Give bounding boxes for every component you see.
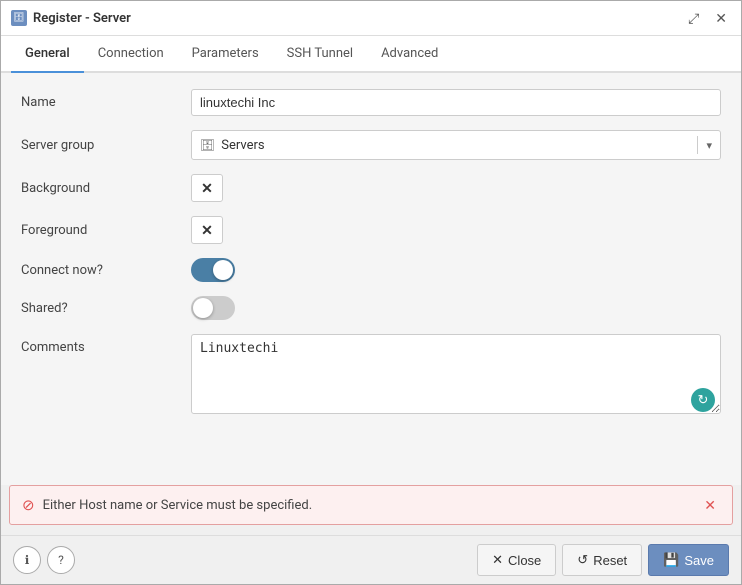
error-bar: ⊘ Either Host name or Service must be sp… <box>9 485 733 525</box>
title-bar: 🗄 Register - Server ⤢ ✕ <box>1 1 741 36</box>
comments-control: Linuxtechi ↻ <box>191 334 721 418</box>
connect-now-control <box>191 258 721 282</box>
error-close-button[interactable]: ✕ <box>700 497 720 514</box>
error-icon: ⊘ <box>22 496 35 514</box>
comments-row: Comments Linuxtechi ↻ <box>21 334 721 418</box>
tab-ssh-tunnel[interactable]: SSH Tunnel <box>273 36 367 73</box>
select-divider <box>697 136 698 154</box>
form-content: Name Server group 🗄 Servers ▾ Background… <box>1 73 741 485</box>
foreground-control: ✕ <box>191 216 721 244</box>
info-button[interactable]: ℹ <box>13 546 41 574</box>
tab-general[interactable]: General <box>11 36 84 73</box>
dialog-title: Register - Server <box>33 11 131 26</box>
server-group-control: 🗄 Servers ▾ <box>191 130 721 160</box>
footer-left: ℹ ? <box>13 546 75 574</box>
help-button[interactable]: ? <box>47 546 75 574</box>
reset-label: Reset <box>593 553 627 568</box>
reset-icon: ↺ <box>577 552 588 568</box>
title-bar-controls: ⤢ ✕ <box>684 9 731 27</box>
shared-control <box>191 296 721 320</box>
server-group-label: Server group <box>21 138 191 153</box>
close-label: Close <box>508 553 541 568</box>
connect-now-label: Connect now? <box>21 263 191 278</box>
name-control <box>191 89 721 116</box>
background-row: Background ✕ <box>21 174 721 202</box>
dialog-close-button[interactable]: ✕ <box>711 9 731 27</box>
server-icon: 🗄 <box>11 10 27 26</box>
server-group-select[interactable]: 🗄 Servers ▾ <box>191 130 721 160</box>
tab-advanced[interactable]: Advanced <box>367 36 452 73</box>
foreground-label: Foreground <box>21 223 191 238</box>
shared-row: Shared? <box>21 296 721 320</box>
save-icon: 💾 <box>663 552 679 568</box>
tab-parameters[interactable]: Parameters <box>178 36 273 73</box>
error-message: Either Host name or Service must be spec… <box>43 498 693 513</box>
dialog-footer: ℹ ? ✕ Close ↺ Reset 💾 Save <box>1 535 741 584</box>
server-group-icon: 🗄 <box>200 138 215 152</box>
connect-now-toggle[interactable] <box>191 258 235 282</box>
comments-refresh-button[interactable]: ↻ <box>691 388 715 412</box>
comments-wrapper: Linuxtechi ↻ <box>191 334 721 418</box>
register-server-dialog: 🗄 Register - Server ⤢ ✕ General Connecti… <box>0 0 742 585</box>
background-color-button[interactable]: ✕ <box>191 174 223 202</box>
reset-button[interactable]: ↺ Reset <box>562 544 642 576</box>
save-button[interactable]: 💾 Save <box>648 544 729 576</box>
close-x-icon: ✕ <box>492 552 503 568</box>
info-icon: ℹ <box>25 553 30 567</box>
toggle-thumb-on <box>213 260 233 280</box>
save-label: Save <box>684 553 714 568</box>
tab-bar: General Connection Parameters SSH Tunnel… <box>1 36 741 73</box>
server-group-value: Servers <box>221 138 689 153</box>
footer-right: ✕ Close ↺ Reset 💾 Save <box>477 544 729 576</box>
foreground-row: Foreground ✕ <box>21 216 721 244</box>
name-label: Name <box>21 95 191 110</box>
name-row: Name <box>21 89 721 116</box>
toggle-thumb-off <box>193 298 213 318</box>
background-label: Background <box>21 181 191 196</box>
close-button[interactable]: ✕ Close <box>477 544 556 576</box>
help-icon: ? <box>58 553 64 567</box>
tab-connection[interactable]: Connection <box>84 36 178 73</box>
title-bar-left: 🗄 Register - Server <box>11 10 131 26</box>
chevron-down-icon: ▾ <box>706 139 712 152</box>
server-group-row: Server group 🗄 Servers ▾ <box>21 130 721 160</box>
background-control: ✕ <box>191 174 721 202</box>
maximize-button[interactable]: ⤢ <box>684 9 703 27</box>
comments-label: Comments <box>21 334 191 355</box>
shared-label: Shared? <box>21 301 191 316</box>
connect-now-row: Connect now? <box>21 258 721 282</box>
shared-toggle[interactable] <box>191 296 235 320</box>
foreground-color-button[interactable]: ✕ <box>191 216 223 244</box>
comments-textarea[interactable]: Linuxtechi <box>191 334 721 414</box>
name-input[interactable] <box>191 89 721 116</box>
